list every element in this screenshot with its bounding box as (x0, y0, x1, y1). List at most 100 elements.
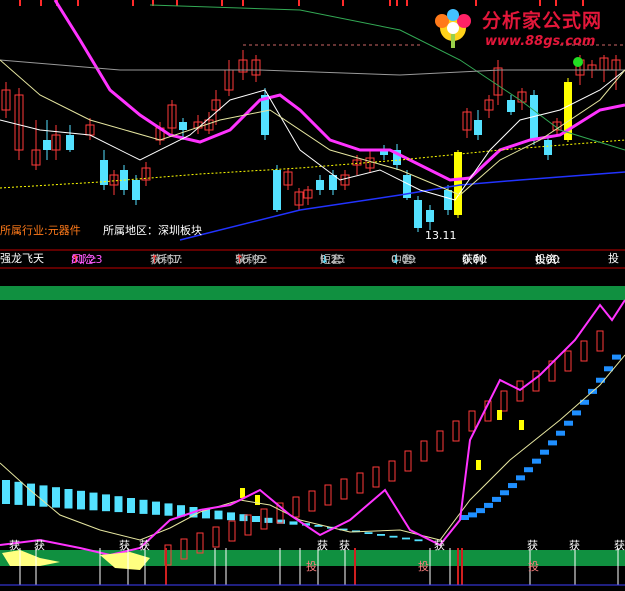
cyan-histogram-bar (27, 483, 35, 506)
blue-step-bar (580, 399, 589, 405)
profit-value: 0.00 (462, 253, 487, 266)
cyan-histogram-bar (414, 539, 423, 542)
blue-step-bar (492, 496, 501, 502)
candle-body (444, 190, 452, 210)
cyan-histogram-bar (89, 492, 98, 511)
candle-body (261, 95, 269, 135)
cyan-histogram-bar (127, 498, 135, 513)
cyan-histogram-bar (227, 512, 235, 521)
gain-signal-label: 获 (527, 539, 538, 552)
red-histogram-bar (596, 330, 604, 352)
more-field: 投 (608, 252, 619, 265)
cyan-histogram-bar (2, 480, 10, 504)
blue-step-bar (612, 354, 621, 360)
magenta-oscillator-line (0, 299, 625, 557)
candle-body (132, 180, 140, 200)
chart-canvas: 获获获获获获获获获获投投投 (0, 0, 625, 586)
candle-body (66, 135, 74, 150)
yellow-marker-bar (476, 460, 481, 470)
down-arrow-icon: ↓ (391, 253, 401, 266)
blue-step-bar (532, 458, 541, 464)
candle-body (544, 140, 552, 155)
blue-step-bar (484, 502, 493, 508)
blue-step-bar (540, 449, 549, 455)
cyan-histogram-bar (164, 503, 173, 516)
gain-signal-label: 获 (139, 539, 150, 552)
blue-trend-line (179, 171, 625, 241)
blue-step-bar (500, 490, 509, 496)
candle-body (414, 200, 422, 228)
site-url-watermark: www.88gs.com (485, 34, 596, 49)
red-histogram-bar (436, 430, 444, 452)
signal-dot (573, 57, 583, 67)
cyan-histogram-bar (364, 532, 373, 534)
red-histogram-bar (212, 526, 220, 548)
cyan-histogram-bar (214, 510, 223, 520)
blue-step-bar (516, 475, 525, 481)
yellow-dotted-ma (0, 139, 625, 189)
blue-step-bar (572, 410, 581, 416)
cyan-histogram-bar (377, 534, 385, 536)
indicator-name: 强龙飞天 (0, 252, 44, 265)
site-name-watermark: 分析家公式网 (482, 10, 603, 32)
candle-body (179, 122, 187, 130)
indicator-info-bar: 强龙飞天 风险: 81.23 ↑ 获利1: 76.57 ↑ 获利5: 56.92… (0, 251, 625, 267)
red-histogram-bar (308, 490, 316, 512)
blue-step-bar (564, 420, 573, 426)
red-histogram-bar (324, 484, 332, 506)
gain-signal-label: 获 (119, 539, 130, 552)
sector-label-text: 所属行业: (0, 224, 48, 237)
low-price-label: 13.11 (425, 229, 457, 242)
region-label-text: 所属地区： (103, 224, 158, 237)
red-histogram-bar (388, 460, 396, 482)
yellow-marker-bar (497, 410, 502, 420)
up-arrow-icon: ↑ (150, 253, 160, 266)
indicator-panel: 获获获获获获获获获获投投投 (0, 299, 625, 586)
gain-signal-label: 获 (614, 539, 625, 552)
region-label: 所属地区：深圳板块 (103, 224, 202, 237)
cyan-histogram-bar (139, 499, 148, 514)
stock-chart-window: { "watermark": { "site_name": "分析家公式网", … (0, 0, 625, 591)
cyan-histogram-bar (64, 489, 73, 509)
cyan-histogram-bar (114, 496, 123, 513)
red-histogram-bar (372, 466, 380, 488)
invest-signal-label: 投 (306, 559, 317, 573)
candle-body (426, 210, 434, 222)
site-logo-icon (428, 4, 478, 50)
red-histogram-bar (420, 440, 428, 462)
up-arrow-icon: ↑ (71, 253, 81, 266)
blue-step-bar (556, 430, 565, 436)
red-histogram-bar (228, 520, 236, 542)
invest-signal-label: 投 (418, 559, 429, 573)
invest-signal-label: 投 (528, 559, 539, 573)
cyan-histogram-bar (152, 501, 160, 515)
gain-signal-label: 获 (569, 539, 580, 552)
candle-body (43, 140, 51, 150)
candle-body (507, 100, 515, 112)
invest-value: 0.00 (535, 253, 560, 266)
region-value: 深圳板块 (158, 224, 202, 237)
gain-signal-label: 获 (339, 539, 350, 552)
blue-step-bar (524, 467, 533, 473)
cyan-histogram-bar (402, 537, 410, 540)
red-histogram-bar (468, 410, 476, 432)
cyan-histogram-bar (264, 517, 273, 523)
cyan-histogram-bar (252, 516, 260, 522)
red-histogram-bar (580, 340, 588, 362)
red-histogram-bar (452, 420, 460, 442)
red-histogram-bar (356, 472, 364, 494)
cyan-histogram-bar (77, 490, 85, 510)
candle-body (454, 152, 462, 215)
sector-label: 所属行业:元器件 (0, 224, 81, 237)
red-histogram-bar (564, 350, 572, 372)
candle-body (316, 180, 324, 190)
blue-step-bar (548, 440, 557, 446)
gain-signal-label: 获 (434, 539, 445, 552)
yellow-marker-bar (519, 420, 524, 430)
gain-signal-label: 获 (317, 539, 328, 552)
red-histogram-bar (340, 478, 348, 500)
cyan-histogram-bar (389, 535, 398, 538)
yellow-marker-bar (240, 488, 245, 498)
red-histogram-bar (500, 390, 508, 412)
red-histogram-bar (404, 450, 412, 472)
